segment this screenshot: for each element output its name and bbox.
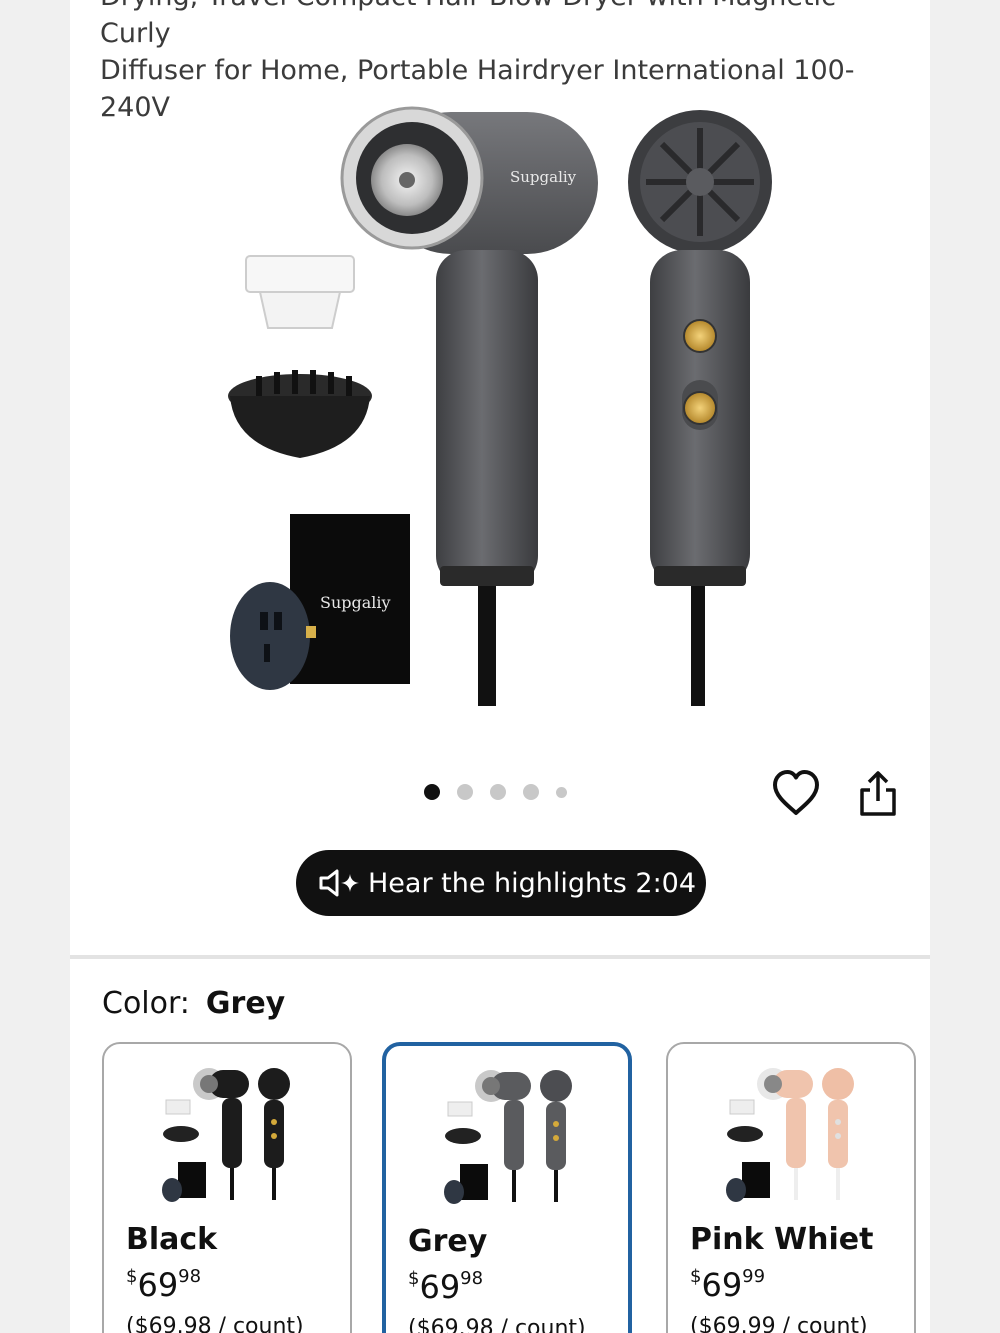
- storage-pouch: Supgaliy: [290, 514, 410, 684]
- gallery-dot[interactable]: [556, 786, 567, 798]
- price-whole: 69: [137, 1266, 179, 1304]
- swatch-name: Pink Whiet: [690, 1222, 874, 1257]
- currency-symbol: $: [408, 1268, 420, 1289]
- share-icon[interactable]: [856, 770, 900, 818]
- pouch-brand: Supgaliy: [320, 593, 391, 612]
- price-whole: 69: [701, 1266, 743, 1304]
- swatch-unit-price: ($69.99 / count): [690, 1314, 868, 1333]
- price-fraction: 98: [178, 1266, 202, 1287]
- title-line: Drying, Travel Compact Hair Blow Dryer w…: [100, 0, 836, 49]
- gallery-dot[interactable]: [457, 784, 473, 800]
- currency-symbol: $: [690, 1266, 702, 1287]
- swatch-price: $6999: [690, 1266, 765, 1304]
- color-swatch-grey[interactable]: Grey $6998 ($69.98 / count): [382, 1042, 632, 1333]
- swatch-thumbnail: [726, 1068, 854, 1202]
- swatch-price: $6998: [408, 1268, 483, 1306]
- color-label: Color:: [102, 986, 190, 1021]
- currency-symbol: $: [126, 1266, 138, 1287]
- price-fraction: 99: [742, 1266, 766, 1287]
- swatch-name: Black: [126, 1222, 218, 1257]
- concentrator-nozzle: [245, 255, 355, 329]
- swatch-unit-price: ($69.98 / count): [408, 1316, 586, 1333]
- gallery-dot[interactable]: [523, 784, 539, 800]
- swatch-thumbnail: [444, 1070, 572, 1204]
- gallery-dot[interactable]: [424, 784, 440, 800]
- section-divider: [70, 955, 930, 959]
- left-gutter: [0, 0, 70, 1333]
- hear-highlights-label: Hear the highlights 2:04: [368, 867, 697, 899]
- swatch-unit-price: ($69.98 / count): [126, 1314, 304, 1333]
- color-selector-label: Color: Grey: [102, 986, 285, 1021]
- swatch-thumbnail: [162, 1068, 290, 1202]
- swatch-price: $6998: [126, 1266, 201, 1304]
- price-fraction: 98: [460, 1268, 484, 1289]
- product-image[interactable]: Supgaliy Supgaliy: [70, 100, 930, 740]
- selected-color: Grey: [205, 986, 286, 1021]
- gallery-dots[interactable]: [424, 784, 567, 800]
- price-whole: 69: [419, 1268, 461, 1306]
- gallery-dot[interactable]: [490, 784, 506, 800]
- heart-icon[interactable]: [770, 768, 822, 818]
- brand-logo: Supgaliy: [510, 168, 577, 186]
- color-swatch-pink-whiet[interactable]: Pink Whiet $6999 ($69.99 / count): [666, 1042, 916, 1333]
- speaker-sparkle-icon: [319, 869, 359, 897]
- swatch-name: Grey: [408, 1224, 488, 1259]
- hear-highlights-button[interactable]: Hear the highlights 2:04: [296, 850, 706, 916]
- color-swatch-black[interactable]: Black $6998 ($69.98 / count): [102, 1042, 352, 1333]
- diffuser-attachment: [228, 370, 372, 458]
- right-gutter: [930, 0, 1000, 1333]
- product-card: Drying, Travel Compact Hair Blow Dryer w…: [70, 0, 930, 1333]
- dryer-back-view: [628, 110, 772, 706]
- title-line: Diffuser for Home, Portable Hairdryer In…: [100, 55, 855, 86]
